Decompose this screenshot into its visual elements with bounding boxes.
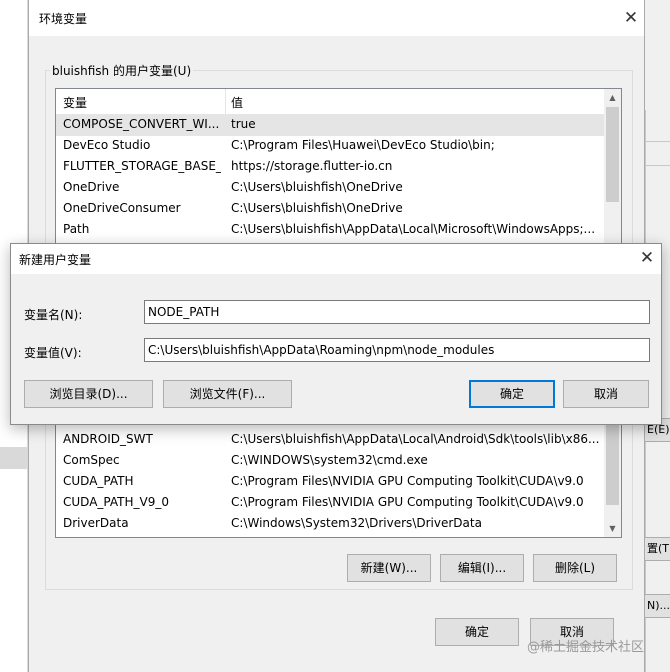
variable-name-input[interactable]: NODE_PATH [144,300,650,324]
system-variables-list[interactable]: ANDROID_SWT C:\Users\bluishfish\AppData\… [55,424,622,538]
variable-value: C:\Program Files\Huawei\DevEco Studio\bi… [231,138,495,152]
dialog-title: 新建用户变量 [19,253,92,267]
variable-name: CUDA_PATH [63,474,134,488]
column-header-value[interactable]: 值 [231,94,243,111]
variable-name: DriverData [63,516,129,530]
variable-value: C:\Users\bluishfish\OneDrive [231,180,403,194]
dialog-cancel-button[interactable]: 取消 [563,380,649,408]
close-icon[interactable]: ✕ [621,8,641,28]
column-separator[interactable] [225,89,226,115]
variable-name: DevEco Studio [63,138,151,152]
variable-value: C:\Windows\System32\Drivers\DriverData [231,516,482,530]
variable-value: C:\Users\bluishfish\AppData\Local\Androi… [231,432,599,446]
dialog-ok-button[interactable]: 确定 [469,380,555,408]
variable-value: C:\Program Files\NVIDIA GPU Computing To… [231,474,584,488]
variable-value: C:\Users\bluishfish\OneDrive [231,201,403,215]
list-item[interactable]: ANDROID_SWT C:\Users\bluishfish\AppData\… [56,430,604,451]
list-item[interactable]: FLUTTER_STORAGE_BASE_... https://storage… [56,157,604,178]
background-divider [645,141,670,142]
user-variables-group-label: bluishfish 的用户变量(U) [50,62,194,79]
list-item[interactable]: CUDA_PATH C:\Program Files\NVIDIA GPU Co… [56,472,604,493]
close-icon[interactable]: ✕ [637,248,657,268]
variable-name-label: 变量名(N): [24,308,83,322]
variable-name: ComSpec [63,453,120,467]
list-item[interactable]: DevEco Studio C:\Program Files\Huawei\De… [56,136,604,157]
variable-name: COMPOSE_CONVERT_WI... [63,117,220,131]
variable-value-input[interactable]: C:\Users\bluishfish\AppData\Roaming\npm\… [144,338,650,362]
list-item[interactable]: OneDrive C:\Users\bluishfish\OneDrive [56,178,604,199]
new-variable-button[interactable]: 新建(W)... [347,554,431,582]
delete-variable-button[interactable]: 删除(L) [533,554,617,582]
variable-value: C:\WINDOWS\system32\cmd.exe [231,453,428,467]
user-variables-list[interactable]: 变量 值 COMPOSE_CONVERT_WI... true DevEco S… [55,88,622,244]
browse-directory-button[interactable]: 浏览目录(D)... [24,380,153,408]
ok-button[interactable]: 确定 [435,618,519,646]
scroll-down-icon[interactable]: ▼ [604,520,621,537]
browse-file-button[interactable]: 浏览文件(F)... [163,380,292,408]
list-item[interactable]: OneDriveConsumer C:\Users\bluishfish\One… [56,199,604,220]
list-item[interactable]: COMPOSE_CONVERT_WI... true [56,115,604,136]
vertical-scrollbar[interactable]: ▼ [604,425,621,537]
variable-value: https://storage.flutter-io.cn [231,159,393,173]
variable-name: Path [63,222,90,236]
variable-value: C:\Program Files\NVIDIA GPU Computing To… [231,495,584,509]
variable-value-label: 变量值(V): [24,346,82,360]
window-titlebar: 环境变量 ✕ [29,0,644,36]
scrollbar-thumb[interactable] [606,425,619,505]
vertical-scrollbar[interactable]: ▲ [604,89,621,243]
variable-name: CUDA_PATH_V9_0 [63,495,169,509]
background-divider [645,165,670,166]
window-title: 环境变量 [39,12,88,26]
variable-name: OneDriveConsumer [63,201,181,215]
variable-name: OneDrive [63,180,120,194]
background-highlight [0,447,28,469]
column-header-name[interactable]: 变量 [63,94,87,111]
list-header: 变量 值 [56,89,604,115]
variable-value: C:\Users\bluishfish\AppData\Local\Micros… [231,222,596,236]
scrollbar-thumb[interactable] [606,107,619,202]
variable-name: ANDROID_SWT [63,432,153,446]
dialog-titlebar: 新建用户变量 ✕ [11,244,661,274]
new-user-variable-dialog: 新建用户变量 ✕ 变量名(N): NODE_PATH 变量值(V): C:\Us… [10,243,662,425]
list-item[interactable]: ComSpec C:\WINDOWS\system32\cmd.exe [56,451,604,472]
variable-value: true [231,117,256,131]
scroll-up-icon[interactable]: ▲ [604,89,621,106]
list-item[interactable]: DriverData C:\Windows\System32\Drivers\D… [56,514,604,535]
watermark: @稀土掘金技术社区 [527,640,645,655]
list-item[interactable]: CUDA_PATH_V9_0 C:\Program Files\NVIDIA G… [56,493,604,514]
list-item[interactable]: Path C:\Users\bluishfish\AppData\Local\M… [56,220,604,241]
variable-name: FLUTTER_STORAGE_BASE_... [63,159,221,173]
edit-variable-button[interactable]: 编辑(I)... [440,554,524,582]
